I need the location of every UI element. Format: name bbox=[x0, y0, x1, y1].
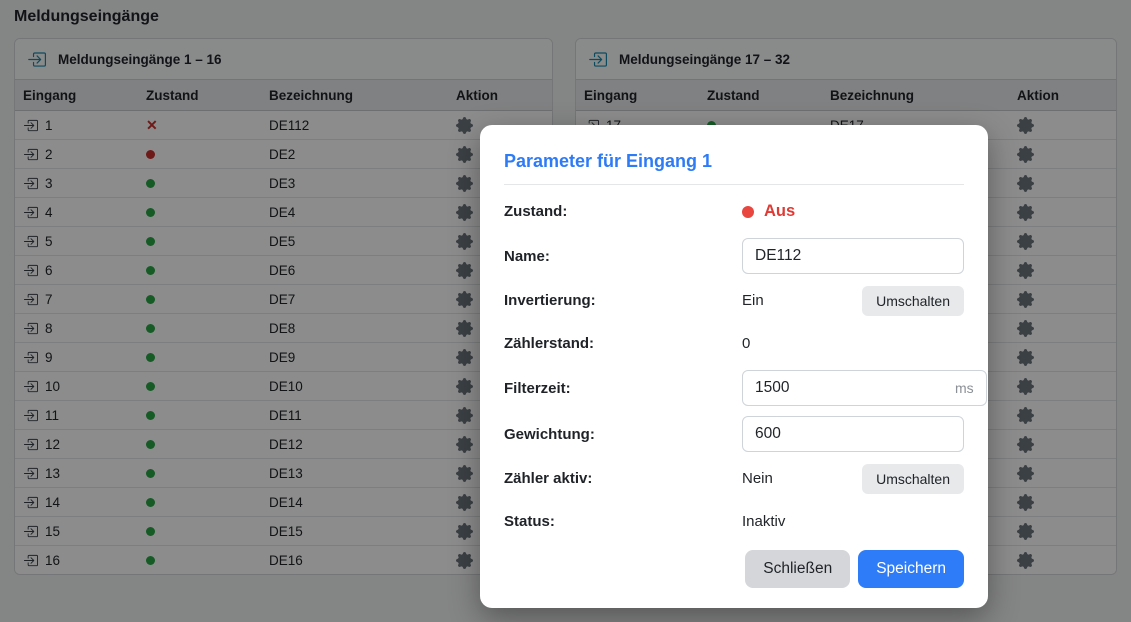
field-label: Invertierung: bbox=[504, 292, 742, 309]
field-zaehler-aktiv: Zähler aktiv: Nein Umschalten bbox=[504, 462, 964, 495]
field-zaehlerstand: Zählerstand: 0 bbox=[504, 327, 964, 360]
close-button[interactable]: Schließen bbox=[745, 550, 850, 588]
field-invertierung: Invertierung: Ein Umschalten bbox=[504, 284, 964, 317]
zaehler-aktiv-toggle-button[interactable]: Umschalten bbox=[862, 464, 964, 494]
page: Meldungseingänge Meldungseingänge 1 – 16… bbox=[0, 0, 1131, 622]
status-value: Inaktiv bbox=[742, 513, 964, 530]
zaehler-aktiv-value: Nein bbox=[742, 470, 773, 487]
gewichtung-input[interactable] bbox=[742, 416, 964, 452]
modal-footer: Schließen Speichern bbox=[504, 550, 964, 588]
field-status: Status: Inaktiv bbox=[504, 505, 964, 538]
field-filterzeit: Filterzeit: ms bbox=[504, 370, 964, 406]
field-label: Zählerstand: bbox=[504, 335, 742, 352]
filterzeit-input-group: ms bbox=[742, 370, 987, 406]
invertierung-toggle-button[interactable]: Umschalten bbox=[862, 286, 964, 316]
field-zustand: Zustand: Aus bbox=[504, 195, 964, 228]
state-dot-icon bbox=[742, 206, 754, 218]
save-button[interactable]: Speichern bbox=[858, 550, 964, 588]
state-text: Aus bbox=[764, 202, 795, 221]
filterzeit-unit: ms bbox=[955, 380, 974, 396]
field-gewichtung: Gewichtung: bbox=[504, 416, 964, 452]
invertierung-value: Ein bbox=[742, 292, 764, 309]
name-input[interactable] bbox=[742, 238, 964, 274]
zustand-state: Aus bbox=[742, 202, 964, 221]
modal-title: Parameter für Eingang 1 bbox=[504, 145, 964, 184]
modal-divider bbox=[504, 184, 964, 185]
field-label: Gewichtung: bbox=[504, 426, 742, 443]
field-label: Name: bbox=[504, 248, 742, 265]
field-label: Zähler aktiv: bbox=[504, 470, 742, 487]
parameter-modal: Parameter für Eingang 1 Zustand: Aus Nam… bbox=[480, 125, 988, 608]
field-label: Status: bbox=[504, 513, 742, 530]
zaehlerstand-value: 0 bbox=[742, 335, 964, 352]
filterzeit-input[interactable] bbox=[755, 379, 955, 397]
field-label: Zustand: bbox=[504, 203, 742, 220]
modal-fields: Zustand: Aus Name: Invertierung: Ein Ums… bbox=[504, 195, 964, 538]
field-label: Filterzeit: bbox=[504, 380, 742, 397]
field-name: Name: bbox=[504, 238, 964, 274]
